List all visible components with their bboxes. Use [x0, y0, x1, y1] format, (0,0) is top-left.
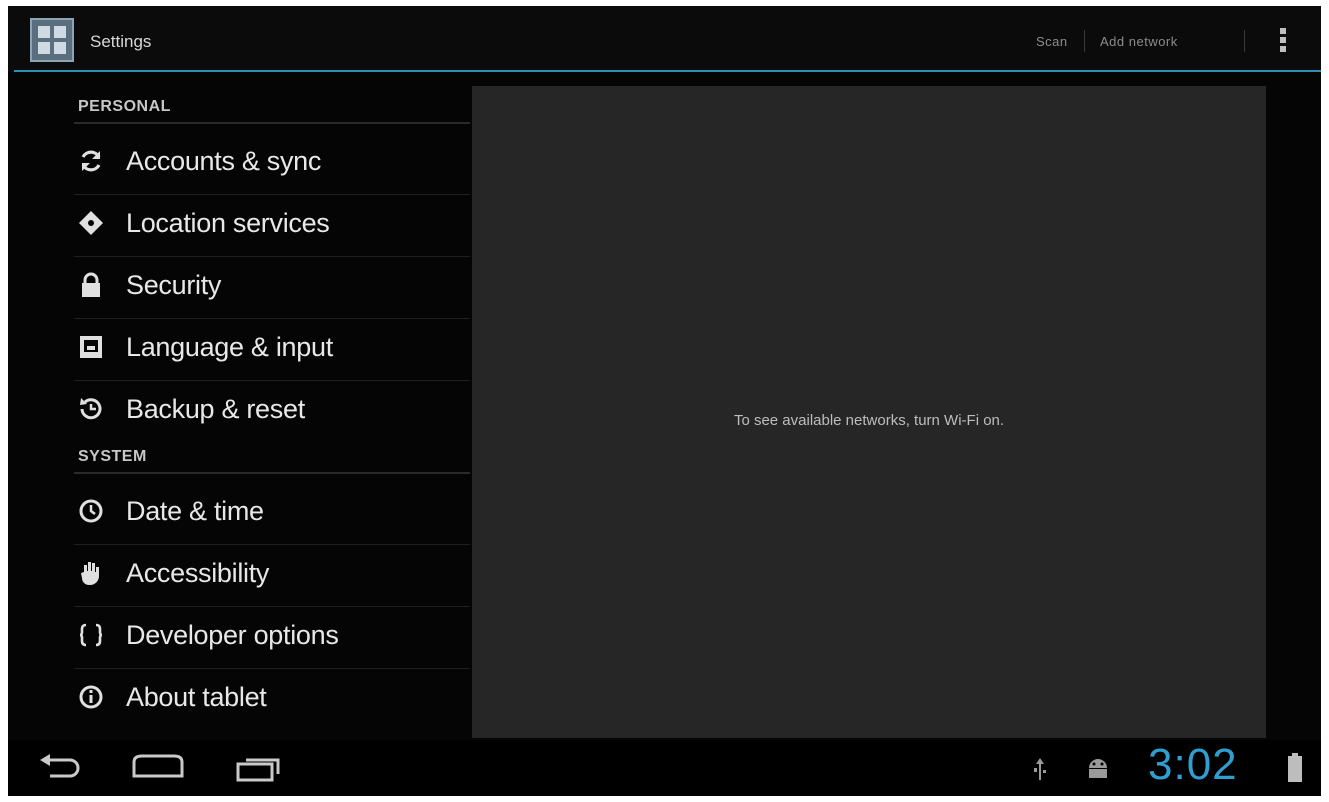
settings-item-label: Backup & reset [126, 394, 305, 424]
settings-item-label: About tablet [126, 682, 267, 712]
settings-item-security[interactable]: Security [68, 256, 470, 316]
settings-item-label: Accounts & sync [126, 146, 322, 176]
settings-item-label: Developer options [126, 620, 339, 650]
scan-button[interactable]: Scan [1036, 34, 1068, 49]
tablet-screen: Settings Scan Add network PERSONAL Accou… [8, 6, 1321, 796]
add-network-button[interactable]: Add network [1100, 34, 1178, 49]
backup-icon [80, 398, 102, 420]
action-bar-underline [14, 70, 1321, 72]
section-divider [74, 472, 470, 474]
settings-item-developer-options[interactable]: Developer options [68, 606, 470, 666]
settings-item-label: Security [126, 270, 222, 300]
section-divider [74, 122, 470, 124]
wifi-off-message: To see available networks, turn Wi-Fi on… [733, 412, 1005, 429]
recent-apps-icon[interactable] [234, 752, 286, 782]
settings-item-backup-reset[interactable]: Backup & reset [68, 380, 470, 440]
info-icon [79, 685, 103, 709]
hand-icon [81, 562, 99, 585]
home-icon[interactable] [130, 752, 186, 782]
settings-item-accessibility[interactable]: Accessibility [68, 544, 470, 604]
usb-icon [1034, 758, 1046, 780]
back-icon[interactable] [36, 752, 82, 782]
section-header-personal: PERSONAL [78, 98, 171, 115]
settings-item-label: Language & input [126, 332, 333, 362]
settings-item-location-services[interactable]: Location services [68, 194, 470, 254]
battery-icon [1288, 753, 1302, 782]
settings-item-label: Accessibility [126, 558, 270, 588]
keyboard-icon [80, 336, 102, 358]
clock-time: 3:02 [1148, 740, 1238, 789]
overflow-menu-icon[interactable] [1276, 26, 1290, 58]
settings-list: PERSONAL Accounts & sync Location servic… [8, 74, 470, 732]
sync-icon [81, 150, 101, 172]
settings-item-accounts-sync[interactable]: Accounts & sync [68, 132, 470, 192]
system-bar: 3:02 [8, 740, 1321, 796]
settings-item-about-tablet[interactable]: About tablet [68, 668, 470, 728]
settings-app-icon[interactable] [30, 18, 74, 62]
location-icon [79, 211, 103, 235]
settings-item-date-time[interactable]: Date & time [68, 482, 470, 542]
section-header-system: SYSTEM [78, 448, 147, 465]
settings-item-label: Location services [126, 208, 330, 238]
settings-item-language-input[interactable]: Language & input [68, 318, 470, 378]
braces-icon [79, 623, 103, 647]
clock-icon [79, 499, 103, 523]
lock-icon [82, 272, 100, 297]
action-divider [1084, 30, 1085, 52]
android-debug-icon [1089, 759, 1107, 778]
page-title: Settings [90, 32, 152, 51]
wifi-detail-pane: To see available networks, turn Wi-Fi on… [472, 86, 1266, 738]
settings-item-label: Date & time [126, 496, 264, 526]
action-divider [1244, 30, 1245, 52]
action-bar: Settings Scan Add network [8, 6, 1321, 72]
